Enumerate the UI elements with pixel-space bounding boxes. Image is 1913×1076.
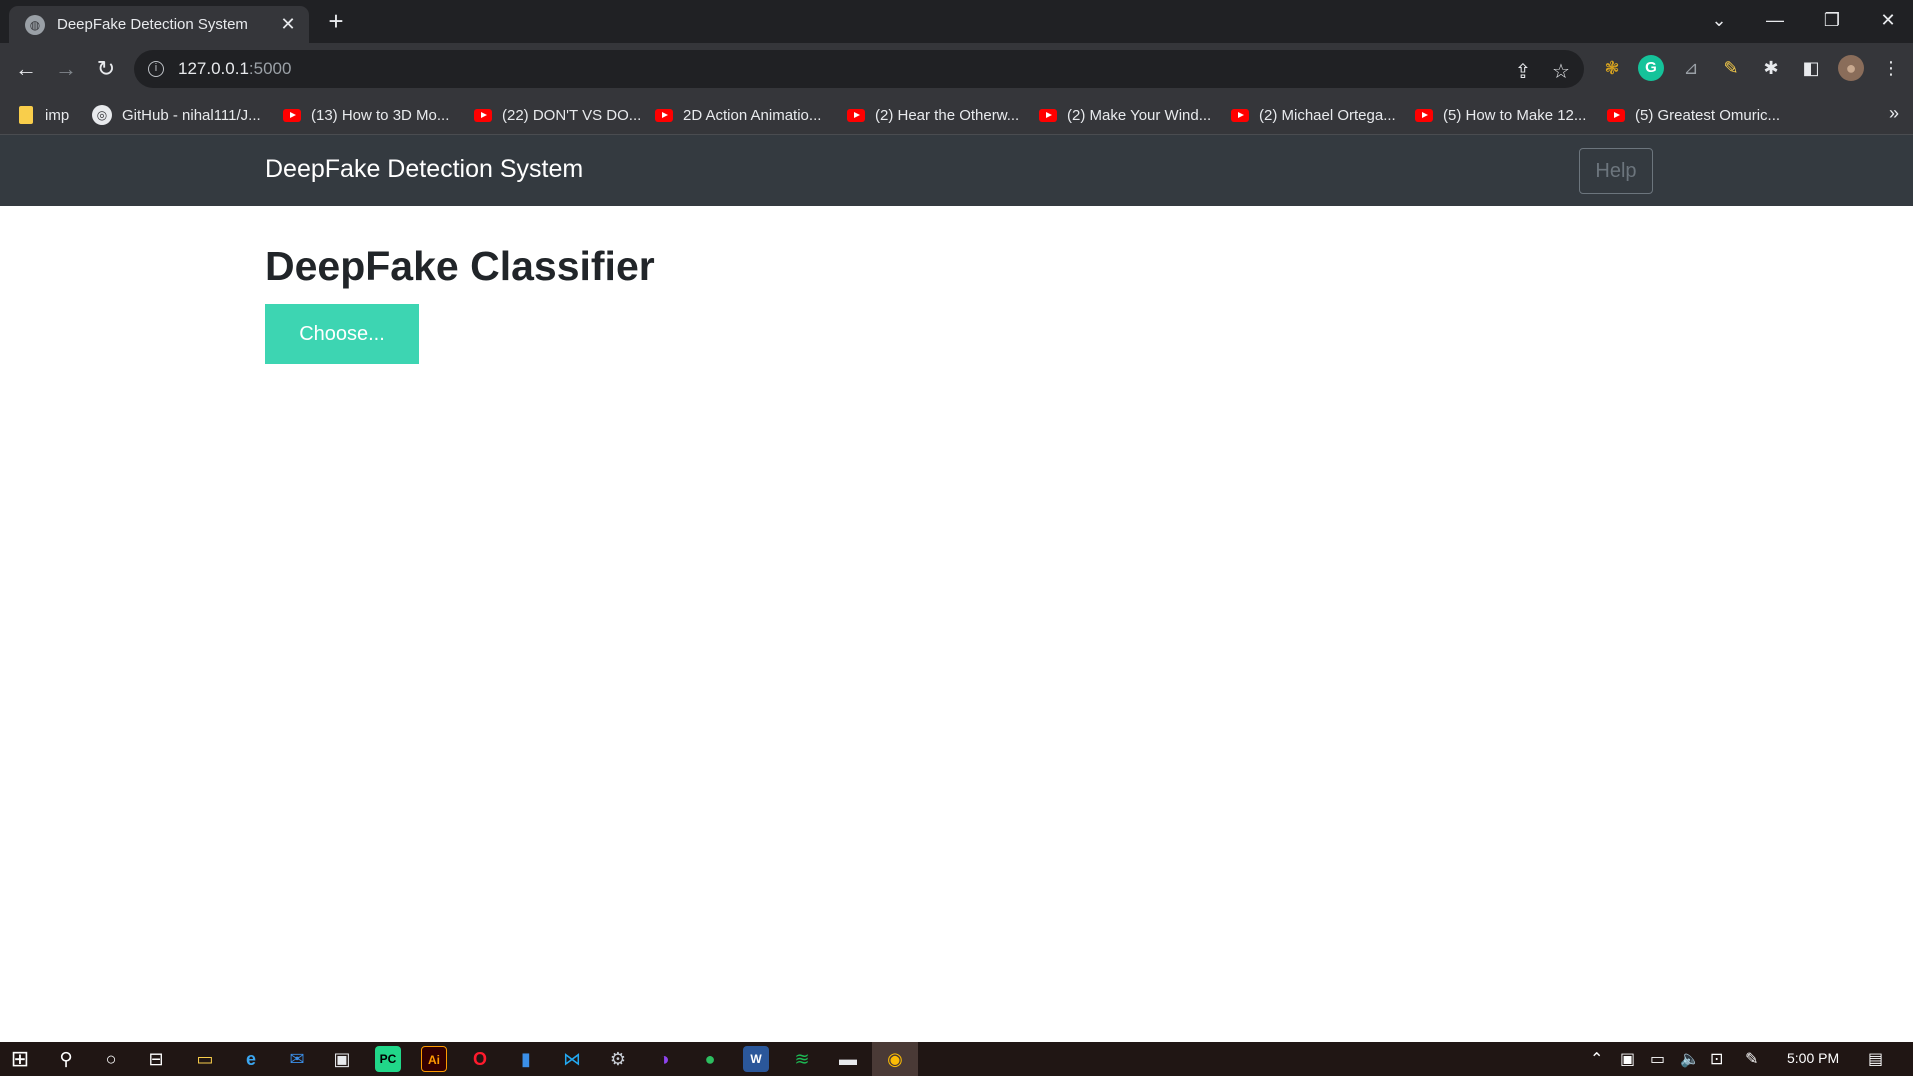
bookmark-item[interactable]: (22) DON'T VS DO... (474, 103, 641, 127)
search-icon[interactable]: ⚲ (53, 1046, 79, 1072)
tab-strip: ◍ DeepFake Detection System ✕ + ⌄ — ❐ ✕ (0, 0, 1913, 43)
bookmark-label: (5) How to Make 12... (1443, 106, 1587, 124)
task-view-icon[interactable]: ⊟ (143, 1046, 169, 1072)
globe-icon: ◍ (25, 14, 45, 35)
edge-icon[interactable]: e (238, 1046, 264, 1072)
tab-close-icon[interactable]: ✕ (277, 14, 299, 35)
youtube-icon (1231, 108, 1249, 122)
settings-app-icon[interactable]: ⚙ (605, 1046, 631, 1072)
close-window-button[interactable]: ✕ (1865, 6, 1911, 34)
opera-icon[interactable]: O (467, 1046, 493, 1072)
youtube-icon (655, 108, 673, 122)
youtube-icon (847, 108, 865, 122)
terminal-icon[interactable]: ▬ (835, 1046, 861, 1072)
github-icon: ◎ (92, 105, 112, 125)
bookmark-star-icon[interactable]: ☆ (1548, 59, 1574, 84)
back-icon[interactable]: ← (11, 54, 41, 84)
bookmark-label: GitHub - nihal111/J... (122, 106, 261, 124)
taskbar-clock[interactable]: 5:00 PM (1787, 1050, 1839, 1066)
youtube-icon (283, 108, 301, 122)
bookmark-label: (2) Make Your Wind... (1067, 106, 1212, 124)
vscode-icon[interactable]: ⋈ (559, 1046, 585, 1072)
bookmark-item[interactable]: (13) How to 3D Mo... (283, 103, 449, 127)
url-host: 127.0.0.1 (178, 59, 249, 78)
bookmark-label: (5) Greatest Omuric... (1635, 106, 1781, 124)
minimize-button[interactable]: — (1752, 6, 1798, 34)
pen-workspace-icon[interactable]: ✎ (1745, 1049, 1758, 1069)
evernote-icon[interactable]: ● (697, 1046, 723, 1072)
cortana-icon[interactable]: ○ (98, 1046, 124, 1072)
spotify-icon[interactable]: ≋ (789, 1046, 815, 1072)
start-icon[interactable]: ⊞ (7, 1046, 33, 1072)
tab-title: DeepFake Detection System (57, 16, 248, 33)
youtube-icon (1607, 108, 1625, 122)
tab-search-icon[interactable]: ⌄ (1696, 6, 1742, 34)
bookmark-item[interactable]: (2) Michael Ortega... (1231, 103, 1396, 127)
help-button[interactable]: Help (1579, 148, 1653, 194)
bookmark-item[interactable]: 2D Action Animatio... (655, 103, 821, 127)
youtube-icon (474, 108, 492, 122)
bookmark-label: imp (45, 106, 70, 124)
bookmark-item[interactable]: (2) Make Your Wind... (1039, 103, 1211, 127)
word-icon[interactable]: W (743, 1046, 769, 1072)
avatar[interactable]: ● (1838, 55, 1864, 81)
puzzle-icon[interactable]: ✱ (1758, 55, 1784, 81)
site-info-icon[interactable]: i (148, 61, 164, 77)
bookmark-item[interactable]: ◎ GitHub - nihal111/J... (92, 103, 261, 127)
navbar-brand[interactable]: DeepFake Detection System (265, 155, 583, 184)
share-icon[interactable]: ⇪ (1510, 59, 1536, 84)
meet-now-icon[interactable]: ▣ (1620, 1049, 1635, 1069)
network-icon[interactable]: ⊡ (1710, 1049, 1723, 1069)
chart-extension-icon[interactable]: ⊿ (1678, 55, 1704, 81)
mail-icon[interactable]: ✉ (284, 1046, 310, 1072)
store-icon[interactable]: ▣ (329, 1046, 355, 1072)
bookmarks-bar: imp ◎ GitHub - nihal111/J... (13) How to… (0, 95, 1913, 135)
notifications-icon[interactable]: ▤ (1868, 1049, 1883, 1069)
forward-icon[interactable]: → (51, 54, 81, 84)
address-bar[interactable]: i 127.0.0.1:5000 ⇪ ☆ (134, 50, 1584, 88)
folder-icon (19, 106, 33, 124)
extension-icon[interactable]: ❃ (1599, 55, 1625, 81)
pycharm-icon[interactable]: PC (375, 1046, 401, 1072)
illustrator-icon[interactable]: Ai (421, 1046, 447, 1072)
windows-taskbar: ⊞ ⚲ ○ ⊟ ▭ e ✉ ▣ PC Ai O ▮ ⋈ ⚙ ◑ ● W ≋ ▬ … (0, 1042, 1913, 1076)
bookmark-label: (22) DON'T VS DO... (502, 106, 642, 124)
bookmark-item[interactable]: (2) Hear the Otherw... (847, 103, 1019, 127)
browser-toolbar: ← → ↻ i 127.0.0.1:5000 ⇪ ☆ ❃ G ⊿ ✎ ✱ ◧ ●… (0, 43, 1913, 95)
pen-extension-icon[interactable]: ✎ (1718, 55, 1744, 81)
browser-tab[interactable]: ◍ DeepFake Detection System ✕ (9, 6, 309, 43)
bookmark-label: (2) Michael Ortega... (1259, 106, 1396, 124)
battery-icon[interactable]: ▭ (1650, 1049, 1665, 1069)
notes-app-icon[interactable]: ▮ (513, 1046, 539, 1072)
chrome-icon[interactable]: ◉ (882, 1046, 908, 1072)
youtube-icon (1039, 108, 1057, 122)
url-port: :5000 (248, 59, 292, 78)
side-panel-icon[interactable]: ◧ (1798, 55, 1824, 81)
bookmark-item[interactable]: imp (19, 103, 69, 127)
bookmark-label: (13) How to 3D Mo... (311, 106, 450, 124)
bookmark-label: (2) Hear the Otherw... (875, 106, 1020, 124)
bookmark-item[interactable]: (5) Greatest Omuric... (1607, 103, 1780, 127)
grammarly-icon[interactable]: G (1638, 55, 1664, 81)
reload-icon[interactable]: ↻ (91, 54, 121, 84)
tray-overflow-icon[interactable]: ⌃ (1590, 1049, 1603, 1069)
page-title: DeepFake Classifier (265, 243, 655, 289)
youtube-icon (1415, 108, 1433, 122)
bookmarks-overflow-icon[interactable]: » (1889, 103, 1899, 124)
bookmark-label: 2D Action Animatio... (683, 106, 822, 124)
file-explorer-icon[interactable]: ▭ (192, 1046, 218, 1072)
volume-icon[interactable]: 🔈 (1680, 1049, 1700, 1069)
restore-button[interactable]: ❐ (1809, 6, 1855, 34)
menu-icon[interactable]: ⋮ (1878, 55, 1904, 81)
new-tab-button[interactable]: + (322, 8, 350, 36)
choose-file-button[interactable]: Choose... (265, 304, 419, 364)
podcast-app-icon[interactable]: ◑ (651, 1046, 677, 1072)
bookmark-item[interactable]: (5) How to Make 12... (1415, 103, 1586, 127)
site-navbar: DeepFake Detection System Help (0, 135, 1913, 206)
